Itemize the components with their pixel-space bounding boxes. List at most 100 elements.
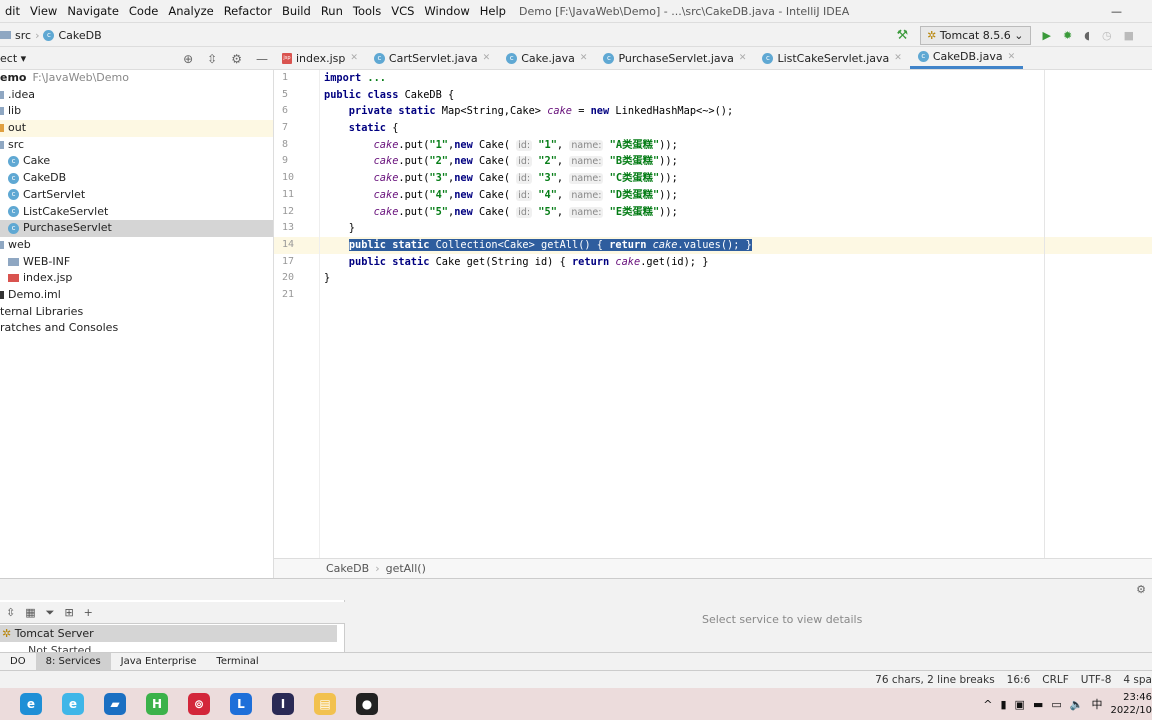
services-gear-icon[interactable]: ⚙ — [1136, 583, 1146, 596]
code-line[interactable]: cake.put("1",new Cake( id: "1", name: "A… — [320, 137, 1152, 154]
menu-build[interactable]: Build — [277, 4, 316, 18]
code-line[interactable]: private static Map<String,Cake> cake = n… — [320, 103, 1152, 120]
code-line[interactable] — [320, 287, 1152, 304]
tray-chevron-icon[interactable]: ^ — [983, 698, 992, 711]
tab-purchaseservlet-java[interactable]: c PurchaseServlet.java ✕ — [595, 47, 754, 69]
taskbar-netease-music-icon[interactable]: ⊚ — [188, 693, 210, 715]
menu-refactor[interactable]: Refactor — [219, 4, 277, 18]
tree-item[interactable]: c CakeDB — [0, 170, 273, 187]
tab-index-jsp[interactable]: jsp index.jsp ✕ — [274, 47, 366, 69]
tool-tab-java-enterprise[interactable]: Java Enterprise — [111, 653, 207, 671]
code-line[interactable]: cake.put("5",new Cake( id: "5", name: "E… — [320, 204, 1152, 221]
code-editor[interactable]: import ... public class CakeDB { private … — [320, 70, 1152, 558]
battery-icon[interactable]: ▬ — [1033, 698, 1043, 711]
tree-item[interactable]: ternal Libraries — [0, 304, 273, 321]
close-tab-icon[interactable]: ✕ — [350, 53, 358, 63]
menu-window[interactable]: Window — [419, 4, 474, 18]
tab-cartservlet-java[interactable]: c CartServlet.java ✕ — [366, 47, 498, 69]
collapse-icon[interactable]: ⇳ — [6, 606, 15, 619]
tree-item[interactable]: c CartServlet — [0, 187, 273, 204]
code-line[interactable]: } — [320, 270, 1152, 287]
taskbar-obs-icon[interactable]: ● — [356, 693, 378, 715]
usb-icon[interactable]: ▮ — [1000, 698, 1006, 711]
taskbar-app-green-icon[interactable]: ▰ — [104, 693, 126, 715]
taskbar-intellij-icon[interactable]: I — [272, 693, 294, 715]
code-line[interactable]: cake.put("3",new Cake( id: "3", name: "C… — [320, 170, 1152, 187]
coverage-icon[interactable]: ◖ — [1084, 29, 1090, 42]
menu-tools[interactable]: Tools — [348, 4, 386, 18]
tab-listcakeservlet-java[interactable]: c ListCakeServlet.java ✕ — [754, 47, 909, 69]
tree-item[interactable]: out — [0, 120, 273, 137]
tab-cakedb-java[interactable]: c CakeDB.java ✕ — [909, 47, 1024, 69]
network-icon[interactable]: ▭ — [1051, 698, 1061, 711]
tab-cake-java[interactable]: c Cake.java ✕ — [498, 47, 595, 69]
selected-text[interactable]: public static Collection<Cake> getAll() … — [348, 238, 752, 251]
code-line[interactable]: public static Cake get(String id) { retu… — [320, 254, 1152, 271]
code-line[interactable]: } — [320, 220, 1152, 237]
close-tab-icon[interactable]: ✕ — [1008, 52, 1016, 62]
close-tab-icon[interactable]: ✕ — [894, 53, 902, 63]
menu-dit[interactable]: dit — [0, 4, 25, 18]
services-tree-not-started[interactable]: Not Started — [28, 643, 91, 652]
debug-icon[interactable]: ✹ — [1063, 29, 1072, 42]
new-tab-icon[interactable]: ⊞ — [64, 606, 73, 619]
tree-item[interactable]: WEB-INF — [0, 254, 273, 271]
tree-item[interactable]: c PurchaseServlet — [0, 220, 273, 237]
taskbar-file-explorer-icon[interactable]: ▤ — [314, 693, 336, 715]
ime-indicator[interactable]: 中 — [1091, 696, 1102, 712]
build-hammer-icon[interactable]: ⚒ — [897, 28, 909, 43]
services-tree-tomcat[interactable]: ✲ Tomcat Server — [0, 625, 337, 642]
clock[interactable]: 23:46 2022/10 — [1110, 691, 1152, 717]
add-icon[interactable]: + — [84, 606, 93, 619]
tool-tab-8-services[interactable]: 8: Services — [35, 652, 111, 671]
gear-icon[interactable]: ⚙ — [231, 52, 242, 66]
menu-code[interactable]: Code — [124, 4, 163, 18]
tree-item[interactable]: src — [0, 137, 273, 154]
tool-tab-terminal[interactable]: Terminal — [206, 653, 268, 671]
code-line[interactable]: static { — [320, 120, 1152, 137]
code-line[interactable]: public class CakeDB { — [320, 87, 1152, 104]
tree-item[interactable]: c ListCakeServlet — [0, 204, 273, 221]
crumb-class[interactable]: CakeDB — [326, 562, 369, 575]
status-line-separator[interactable]: CRLF — [1042, 674, 1069, 686]
tool-tab-do[interactable]: DO — [0, 653, 36, 671]
code-line[interactable]: public static Collection<Cake> getAll() … — [320, 236, 1152, 254]
taskbar-edge-icon[interactable]: e — [20, 693, 42, 715]
menu-analyze[interactable]: Analyze — [163, 4, 218, 18]
tree-item[interactable]: web — [0, 237, 273, 254]
close-tab-icon[interactable]: ✕ — [580, 53, 588, 63]
tree-item[interactable]: lib — [0, 103, 273, 120]
tree-item[interactable]: .idea — [0, 87, 273, 104]
profile-icon[interactable]: ◷ — [1102, 29, 1112, 42]
project-view-select[interactable]: ect ▾ — [0, 52, 26, 65]
menu-run[interactable]: Run — [316, 4, 348, 18]
stop-icon[interactable]: ■ — [1124, 29, 1134, 42]
group-icon[interactable]: ▦ — [25, 606, 35, 619]
code-line[interactable]: cake.put("4",new Cake( id: "4", name: "D… — [320, 187, 1152, 204]
breadcrumb-cakedb[interactable]: CakeDB — [58, 29, 101, 42]
crumb-method[interactable]: getAll() — [386, 562, 426, 575]
tree-item[interactable]: index.jsp — [0, 270, 273, 287]
run-config-select[interactable]: ✲ Tomcat 8.5.6 ⌄ — [920, 25, 1031, 45]
breadcrumb-src[interactable]: src — [15, 29, 31, 42]
taskbar-app-l-icon[interactable]: L — [230, 693, 252, 715]
tree-item[interactable]: Demo.iml — [0, 287, 273, 304]
menu-vcs[interactable]: VCS — [386, 4, 419, 18]
run-icon[interactable]: ▶ — [1043, 29, 1051, 42]
menu-help[interactable]: Help — [475, 4, 511, 18]
tray-app-icon[interactable]: ▣ — [1015, 698, 1025, 711]
tree-item[interactable]: emo F:\JavaWeb\Demo — [0, 70, 273, 87]
taskbar-browser-e-icon[interactable]: e — [62, 693, 84, 715]
code-line[interactable]: import ... — [320, 70, 1152, 87]
minimize-button[interactable]: — — [1111, 5, 1122, 18]
close-tab-icon[interactable]: ✕ — [739, 53, 747, 63]
tree-item[interactable]: ratches and Consoles — [0, 320, 273, 337]
locate-icon[interactable]: ⊕ — [183, 52, 193, 66]
collapse-icon[interactable]: ⇳ — [207, 52, 217, 66]
volume-icon[interactable]: 🔈 — [1070, 698, 1084, 711]
taskbar-hbuilder-icon[interactable]: H — [146, 693, 168, 715]
status-caret-position[interactable]: 16:6 — [1007, 674, 1031, 686]
status-indent[interactable]: 4 spa — [1123, 674, 1152, 686]
close-tab-icon[interactable]: ✕ — [483, 53, 491, 63]
menu-navigate[interactable]: Navigate — [62, 4, 124, 18]
